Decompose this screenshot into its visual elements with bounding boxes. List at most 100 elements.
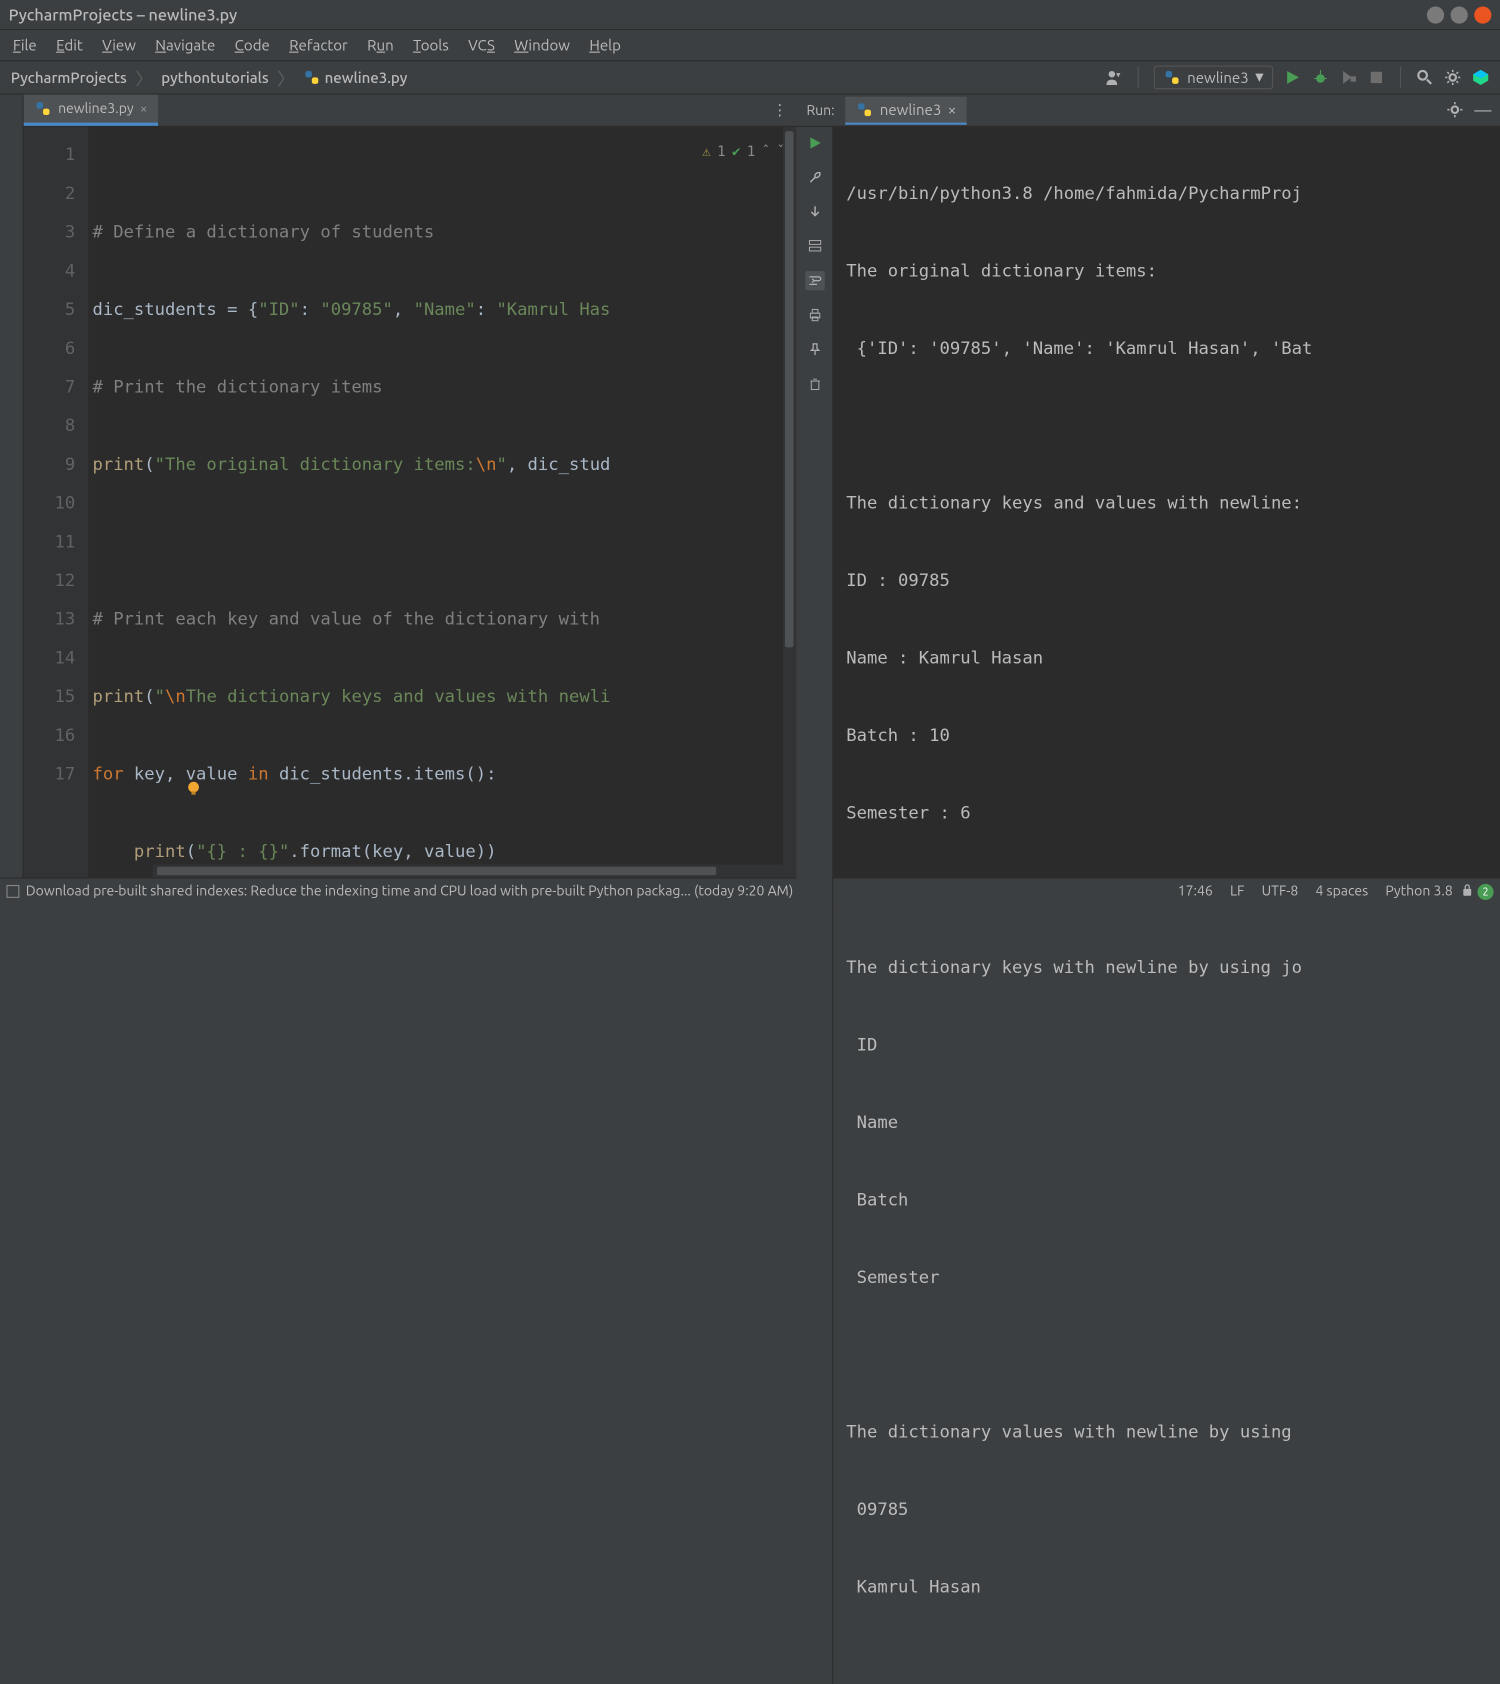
toolbar-right: ▾ newline3 ▼ [1105, 66, 1489, 90]
line-number: 8 [24, 406, 76, 445]
editor-scrollbar-vertical[interactable] [783, 127, 796, 878]
console-line: /usr/bin/python3.8 /home/fahmida/Pycharm… [846, 174, 1491, 213]
close-run-tab-icon[interactable]: × [948, 101, 957, 118]
status-linesep[interactable]: LF [1230, 884, 1244, 899]
menu-window[interactable]: Window [508, 34, 577, 56]
line-number: 5 [24, 290, 76, 329]
run-tab-label: newline3 [880, 101, 942, 118]
run-settings-icon[interactable] [1446, 101, 1463, 118]
run-toolbar [797, 127, 834, 1684]
ide-features-trainer-icon[interactable] [1472, 69, 1489, 86]
run-tool-window: /usr/bin/python3.8 /home/fahmida/Pycharm… [796, 127, 1500, 878]
run-tab[interactable]: newline3 × [845, 96, 967, 124]
menubar: File Edit View Navigate Code Refactor Ru… [0, 30, 1500, 60]
line-number: 14 [24, 639, 76, 678]
layout-icon[interactable] [805, 237, 824, 256]
code-area[interactable]: ⚠1 ✔1 ˆ ˇ # Define a dictionary of stude… [88, 127, 796, 878]
editor-gutter[interactable]: 1 2 3 4 5 6 7 8 9 10 11 12 13 14 15 16 1… [24, 127, 89, 878]
chevron-down-icon: ▼ [1255, 71, 1263, 84]
console-line: Batch : 10 [846, 716, 1491, 755]
console-line: The original dictionary items: [846, 252, 1491, 291]
debug-button[interactable] [1312, 69, 1329, 86]
console-line [846, 1336, 1491, 1375]
tool-window-toggle-icon[interactable] [6, 885, 19, 898]
navigation-bar: PycharmProjects 〉 pythontutorials 〉 newl… [0, 60, 1500, 94]
menu-navigate[interactable]: Navigate [149, 34, 222, 56]
add-user-icon[interactable]: ▾ [1105, 69, 1122, 86]
status-interpreter[interactable]: Python 3.8 [1385, 884, 1452, 899]
window-titlebar: PycharmProjects – newline3.py [0, 0, 1500, 30]
run-label: Run: [806, 103, 834, 118]
settings-button[interactable] [1444, 69, 1461, 86]
breadcrumb[interactable]: PycharmProjects 〉 pythontutorials 〉 newl… [11, 65, 408, 91]
menu-run[interactable]: Run [361, 34, 401, 56]
window-minimize-button[interactable] [1427, 6, 1444, 23]
menu-vcs[interactable]: VCS [462, 34, 502, 56]
menu-tools[interactable]: Tools [407, 34, 456, 56]
hide-tool-window-icon[interactable]: — [1474, 101, 1491, 120]
window-close-button[interactable] [1474, 6, 1491, 23]
collapse-icon[interactable]: ˆ [762, 133, 770, 172]
intention-bulb-icon[interactable] [103, 732, 118, 747]
left-tool-strip[interactable] [0, 127, 24, 878]
inspections-widget[interactable]: ⚠1 ✔1 ˆ ˇ [702, 133, 785, 172]
console-line: Name [846, 1103, 1491, 1142]
console-line: The dictionary keys with newline by usin… [846, 948, 1491, 987]
status-hint[interactable]: Download pre-built shared indexes: Reduc… [26, 884, 793, 899]
status-time: 17:46 [1178, 884, 1213, 899]
menu-view[interactable]: View [96, 34, 143, 56]
line-number: 1 [24, 135, 76, 174]
editor-tab-newline3[interactable]: newline3.py × [24, 95, 158, 126]
console-line: ID : 09785 [846, 561, 1491, 600]
breadcrumb-file[interactable]: newline3.py [325, 69, 408, 86]
console-line [846, 406, 1491, 445]
line-number: 6 [24, 329, 76, 368]
line-number: 11 [24, 523, 76, 562]
menu-code[interactable]: Code [228, 34, 276, 56]
rerun-button[interactable] [805, 133, 824, 152]
close-tab-icon[interactable]: × [140, 102, 147, 116]
stop-button [1368, 69, 1385, 86]
trash-icon[interactable] [805, 374, 824, 393]
notification-badge[interactable]: 2 [1477, 883, 1493, 899]
python-file-icon [856, 101, 873, 118]
down-arrow-icon[interactable] [805, 202, 824, 221]
run-config-selector[interactable]: newline3 ▼ [1154, 66, 1273, 90]
editor-tab-label: newline3.py [58, 101, 134, 116]
wrench-icon[interactable] [805, 168, 824, 187]
lock-icon[interactable] [1461, 883, 1473, 900]
breadcrumb-folder[interactable]: pythontutorials [161, 69, 268, 86]
console-line: Name : Kamrul Hasan [846, 639, 1491, 678]
weak-count: 1 [747, 133, 755, 172]
search-everywhere-button[interactable] [1416, 69, 1433, 86]
run-with-coverage-button[interactable] [1340, 69, 1357, 86]
soft-wrap-icon[interactable] [805, 271, 824, 290]
run-config-name: newline3 [1187, 69, 1249, 86]
console-line: Semester : 6 [846, 794, 1491, 833]
pin-icon[interactable] [805, 340, 824, 359]
menu-edit[interactable]: Edit [50, 34, 90, 56]
chevron-right-icon: 〉 [135, 65, 152, 91]
editor-scrollbar-horizontal[interactable] [153, 865, 783, 878]
line-number: 10 [24, 484, 76, 523]
code-editor[interactable]: 1 2 3 4 5 6 7 8 9 10 11 12 13 14 15 16 1… [24, 127, 796, 878]
console-output[interactable]: /usr/bin/python3.8 /home/fahmida/Pycharm… [833, 127, 1500, 1684]
run-tool-window-header: Run: newline3 × — [796, 95, 1500, 127]
console-line: {'ID': '09785', 'Name': 'Kamrul Hasan', … [846, 329, 1491, 368]
console-line: The dictionary keys and values with newl… [846, 484, 1491, 523]
breadcrumb-root[interactable]: PycharmProjects [11, 69, 127, 86]
tab-options-icon[interactable]: ⋮ [772, 101, 787, 119]
main-area: 1 2 3 4 5 6 7 8 9 10 11 12 13 14 15 16 1… [0, 127, 1500, 878]
status-encoding[interactable]: UTF-8 [1262, 884, 1299, 899]
print-icon[interactable] [805, 305, 824, 324]
status-indent[interactable]: 4 spaces [1315, 884, 1368, 899]
run-button[interactable] [1284, 69, 1301, 86]
console-line: Kamrul Hasan [846, 1568, 1491, 1607]
menu-file[interactable]: File [6, 34, 43, 56]
menu-refactor[interactable]: Refactor [283, 34, 354, 56]
menu-help[interactable]: Help [583, 34, 627, 56]
line-number: 13 [24, 600, 76, 639]
line-number: 17 [24, 755, 76, 794]
chevron-right-icon: 〉 [277, 65, 294, 91]
window-maximize-button[interactable] [1451, 6, 1468, 23]
